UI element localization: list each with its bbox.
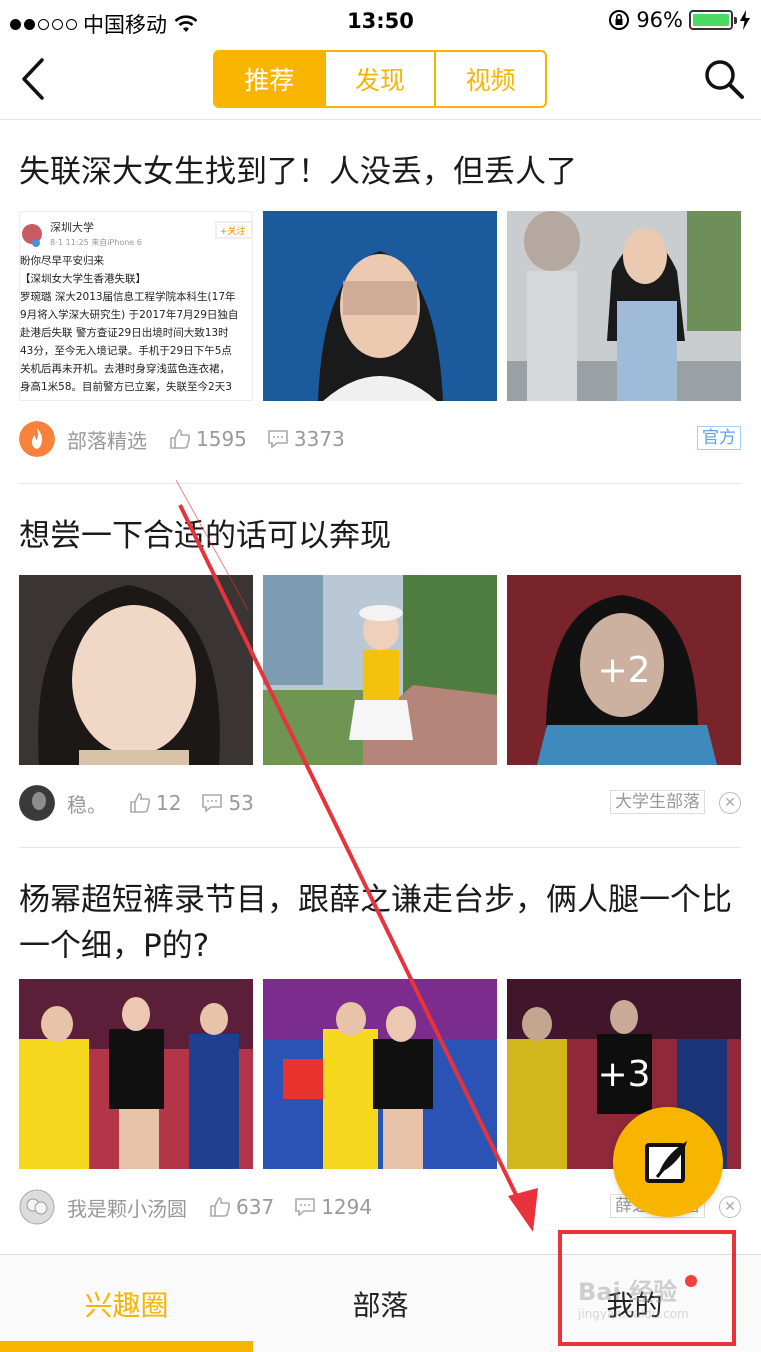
dismiss-icon[interactable]: ✕: [719, 792, 741, 814]
battery-icon: [689, 10, 737, 30]
tab-discover[interactable]: 发现: [326, 52, 437, 106]
source-tag[interactable]: 大学生部落: [610, 790, 705, 814]
thumbs-up-icon: [130, 793, 151, 813]
search-icon[interactable]: [701, 56, 747, 102]
screenshot-line: 关机后再未开机。去港时身穿浅蓝色连衣裙，: [20, 362, 230, 375]
post-image-portrait[interactable]: [263, 211, 497, 401]
screenshot-follow: +关注: [220, 225, 246, 237]
stage-photo: [19, 979, 253, 1169]
tab-video[interactable]: 视频: [436, 52, 545, 106]
post-images: +2: [19, 575, 741, 765]
status-right: 96%: [608, 8, 751, 32]
post-images: 深圳大学 8-1 11:25 来自iPhone 6 +关注 盼你尽早平安归来 【…: [19, 211, 741, 401]
compose-quill-icon: [645, 1141, 687, 1183]
avatar[interactable]: [19, 421, 55, 457]
thumbs-up-icon: [170, 429, 191, 449]
weibo-screenshot-image: 深圳大学 8-1 11:25 来自iPhone 6 +关注 盼你尽早平安归来 【…: [20, 220, 252, 393]
comment-count[interactable]: 3373: [267, 427, 345, 451]
annotation-highlight-box: [558, 1230, 736, 1346]
like-count[interactable]: 1595: [169, 427, 247, 451]
source-tag[interactable]: 官方: [697, 426, 741, 450]
like-count-value: 1595: [196, 427, 247, 451]
post-image-stage-2[interactable]: [263, 979, 497, 1169]
comment-count[interactable]: 53: [201, 791, 254, 815]
post-title[interactable]: 杨幂超短裤录节目，跟薛之谦走台步，俩人腿一个比一个细，P的?: [19, 877, 739, 969]
street-photo: [507, 211, 741, 401]
comment-icon: [295, 1198, 315, 1217]
post-title[interactable]: 失联深大女生找到了！人没丢，但丢人了: [19, 149, 739, 195]
post-title[interactable]: 想尝一下合适的话可以奔现: [19, 513, 739, 559]
comment-icon: [268, 430, 288, 449]
comment-count-value: 53: [228, 791, 254, 815]
tab-recommend[interactable]: 推荐: [215, 52, 326, 106]
post-meta: 稳。 12 53 大学生部落 ✕: [19, 783, 741, 823]
nav-bar: 推荐 发现 视频: [0, 42, 761, 120]
screenshot-line: 罗琬璐 深大2013届信息工程学院本科生(17年: [20, 290, 236, 303]
like-count-value: 637: [236, 1195, 275, 1219]
post-image-street[interactable]: [507, 211, 741, 401]
active-tab-indicator: [0, 1341, 253, 1352]
divider: [19, 847, 741, 848]
back-arrow-icon[interactable]: [14, 56, 54, 102]
outdoor-photo: [263, 575, 497, 765]
selfie-photo: [19, 575, 253, 765]
rotation-lock-icon: [609, 10, 630, 30]
post-image-outdoor[interactable]: [263, 575, 497, 765]
dismiss-icon[interactable]: ✕: [719, 1196, 741, 1218]
stage-photo: [263, 979, 497, 1169]
comment-count[interactable]: 1294: [294, 1195, 372, 1219]
post-meta: 部落精选 1595 3373 官方: [19, 419, 741, 459]
screenshot-line: 【深圳女大学生香港失联】: [20, 272, 146, 285]
post-image-selfie[interactable]: [19, 575, 253, 765]
battery-percent: 96%: [636, 8, 683, 32]
compose-button[interactable]: [613, 1107, 723, 1217]
comment-count-value: 1294: [321, 1195, 373, 1219]
like-count[interactable]: 12: [129, 791, 181, 815]
screenshot-line: 赴港后失联 警方查证29日出境时间大致13时: [20, 326, 229, 339]
more-images-count[interactable]: +2: [507, 575, 741, 765]
charging-bolt-icon: [740, 10, 750, 30]
thumbs-up-icon: [210, 1197, 231, 1217]
post-author[interactable]: 部落精选: [67, 425, 147, 454]
like-count-value: 12: [156, 791, 182, 815]
post-image-car-selfie[interactable]: +2: [507, 575, 741, 765]
avatar[interactable]: [19, 1189, 55, 1225]
screenshot-line: 身高1米58。目前警方已立案，失联至今2天3: [20, 380, 232, 393]
status-bar: 中国移动 13:50 96%: [0, 0, 761, 42]
post-author[interactable]: 我是颗小汤圆: [67, 1193, 187, 1222]
avatar[interactable]: [19, 785, 55, 821]
comment-icon: [202, 794, 223, 813]
portrait-photo: [263, 211, 497, 401]
feed-segment-control: 推荐 发现 视频: [213, 50, 547, 108]
like-count[interactable]: 637: [209, 1195, 274, 1219]
tab-tribe[interactable]: 部落: [254, 1255, 507, 1352]
screenshot-account: 深圳大学: [50, 220, 94, 234]
screenshot-line: 43分，至今无入境记录。手机于29日下午5点: [20, 344, 232, 357]
divider: [19, 483, 741, 484]
comment-count-value: 3373: [293, 427, 345, 451]
post-image-weibo-screenshot[interactable]: 深圳大学 8-1 11:25 来自iPhone 6 +关注 盼你尽早平安归来 【…: [19, 211, 253, 401]
tab-interest-circle[interactable]: 兴趣圈: [0, 1255, 253, 1352]
screenshot-line: 9月将入学深大研究生) 于2017年7月29日独自: [20, 308, 238, 321]
screenshot-line: 盼你尽早平安归来: [20, 254, 104, 267]
screenshot-meta: 8-1 11:25 来自iPhone 6: [50, 237, 142, 247]
post-image-stage-1[interactable]: [19, 979, 253, 1169]
post-author[interactable]: 稳。: [67, 789, 107, 818]
